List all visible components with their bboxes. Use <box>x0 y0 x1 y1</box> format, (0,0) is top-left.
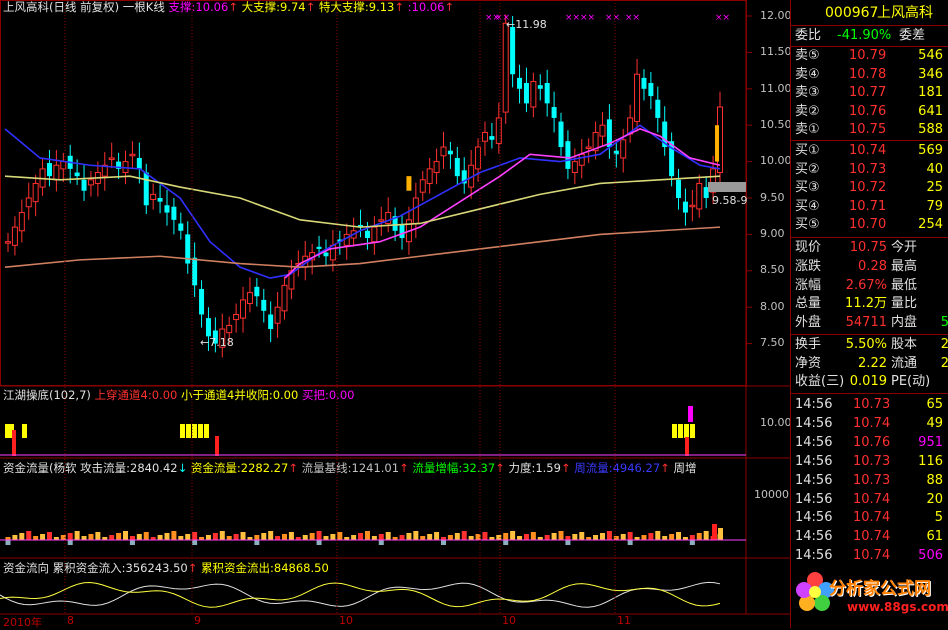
main-header: 上风高科(日线 前复权) 一根K线 支撑:10.06↑ 大支撑:9.74↑ 特大… <box>3 0 455 14</box>
tick-row: 14:56 10.74 506 <box>795 548 943 564</box>
indicator3-header: 资金流向 累积资金流入:356243.50↑ 累积资金流出:84868.50 <box>3 561 329 575</box>
period-label: 一根K线 <box>122 0 165 14</box>
indicator1-bars <box>0 406 746 456</box>
ask-row: 卖② 10.76 641 <box>795 103 943 119</box>
tick-row: 14:56 10.73 88 <box>795 472 943 488</box>
support-label: 支撑: <box>168 0 196 14</box>
bid-row: 买⑤ 10.70 254 <box>795 217 943 233</box>
ask-row: 卖③ 10.77 181 <box>795 85 943 101</box>
indicator1-name: 江湖操底(102,7) <box>3 388 91 402</box>
stock-name: 上风高科 <box>877 5 933 21</box>
big-support-label: 大支撑: <box>241 0 280 14</box>
support-value: 10.06 <box>195 0 229 14</box>
indicator2-bars <box>0 524 746 545</box>
range-annotation: 9.58-9 <box>712 194 748 207</box>
ask-row: 卖⑤ 10.79 546 <box>795 48 943 63</box>
indicator2-y-tick: 10000 <box>754 488 789 501</box>
stat-row: 涨幅 2.67% 最低 <box>795 277 918 293</box>
stat-row: 收益(三) 0.019 PE(动) <box>795 374 931 390</box>
watermark: 分析家公式网 www.88gs.com <box>791 566 948 628</box>
high-annotation: ←11.98 <box>506 18 547 31</box>
stat-row: 净资 2.22 流通 2 <box>795 355 948 371</box>
stat-row: 涨跌 0.28 最高 <box>795 258 918 274</box>
main-panel-frame <box>0 0 747 386</box>
candlesticks <box>5 14 723 358</box>
svg-text:××: ×× <box>715 13 730 23</box>
stat-row: 总量 11.2万 量比 <box>795 296 918 312</box>
bid-row: 买② 10.73 40 <box>795 161 943 177</box>
big-support-value: 9.74 <box>279 0 306 14</box>
super-support-value: 9.13 <box>368 0 395 14</box>
bid-row: 买① 10.74 569 <box>795 143 943 158</box>
watermark-title: 分析家公式网 <box>829 579 931 599</box>
svg-text:××: ×× <box>580 13 595 23</box>
ask-row: 卖④ 10.78 346 <box>795 66 943 82</box>
tick-row: 14:56 10.74 20 <box>795 491 943 507</box>
bid-row: 买④ 10.71 79 <box>795 198 943 214</box>
quote-panel: 000967 上风高科 委比 -41.90% 委差 卖⑤ 10.79 546 卖④ 10… <box>790 0 948 628</box>
tick-row: 14:56 10.76 951 <box>795 434 943 450</box>
tick-row: 14:56 10.73 65 <box>795 397 943 412</box>
price-marker <box>708 182 746 192</box>
stock-title: 上风高科(日线 前复权) <box>3 0 120 14</box>
last-value: 10.06 <box>411 0 445 14</box>
stat-row: 换手 5.50% 股本 2 <box>795 337 948 352</box>
tick-row: 14:56 10.73 116 <box>795 453 943 469</box>
tick-row: 14:56 10.74 49 <box>795 415 943 431</box>
stat-row: 现价 10.75 今开 <box>795 240 918 255</box>
bid-row: 买③ 10.72 25 <box>795 180 943 196</box>
ask-row: 卖① 10.75 588 <box>795 122 943 138</box>
tick-row: 14:56 10.74 5 <box>795 510 943 526</box>
tick-row: 14:56 10.74 61 <box>795 529 943 545</box>
stat-row: 外盘 54711 内盘 5 <box>795 315 948 331</box>
svg-text:××: ×× <box>625 13 640 23</box>
indicator3-lines <box>0 581 721 608</box>
watermark-url: www.88gs.com <box>847 600 948 614</box>
stock-code: 000967 <box>825 5 879 21</box>
svg-text:××: ×× <box>605 13 620 23</box>
kline-chart[interactable]: ×××× ×× ×× ×× ×× ×× <box>0 0 790 628</box>
indicator2-header: 资金流量(杨软 攻击流量:2840.42↓ 资金流量:2282.27↑ 流量基线… <box>3 461 697 475</box>
low-annotation: ←7.18 <box>200 336 234 349</box>
indicator1-header: 江湖操底(102,7) 上穿通道4:0.00 小于通道4并收阳:0.00 买把:… <box>3 388 355 402</box>
super-support-label: 特大支撑: <box>318 0 369 14</box>
quote-header: 000967 上风高科 <box>791 4 948 22</box>
svg-text:××: ×× <box>565 13 580 23</box>
weibi-row: 委比 -41.90% 委差 <box>795 28 926 43</box>
indicator1-y-tick: 10.00 <box>760 416 792 429</box>
